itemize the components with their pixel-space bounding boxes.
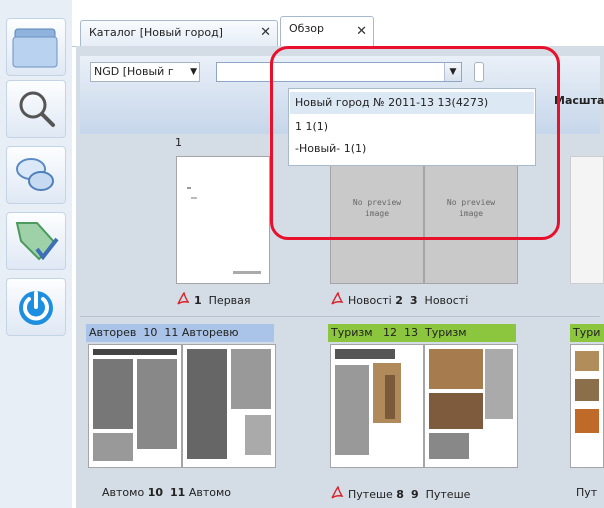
page-preview-image [93,349,177,461]
power-icon [19,291,53,325]
page-header: 1 [172,134,268,152]
page-header-title: Авторевю [181,326,239,339]
page-thumbnail[interactable] [570,156,604,284]
tab-overview[interactable]: Обзор ✕ [280,16,374,46]
page-num: 11 [170,486,186,499]
main-area: Каталог [Новый город] ✕ Обзор ✕ NGD [Нов… [72,0,604,508]
page-title: Путеше [348,488,393,501]
page-caption[interactable]: 1 Первая [176,292,251,307]
pdf-icon [177,292,190,305]
chat-icon [16,158,54,191]
page-title: Путеше [425,488,471,501]
tab-catalog[interactable]: Каталог [Новый город] ✕ [80,20,278,46]
scale-label: Масшта [554,94,604,107]
page-title: Автомо [188,486,231,499]
page-header-title: Туризм [331,326,373,339]
folder-icon [12,28,58,68]
page-num: 2 [395,294,403,307]
page-header: Туризм 12 13 Туризм [328,324,516,342]
page-num: 1 [194,294,202,307]
page-preview-image [429,349,513,459]
page-num: 10 [147,486,163,499]
catalog-select-value: NGD [Новый г [94,65,174,78]
page-preview-image [187,187,261,274]
sidebar [0,0,73,508]
tab-overview-label: Обзор [289,22,325,35]
search-icon [19,91,55,127]
page-header: Тури [570,324,604,342]
catalog-select[interactable]: NGD [Новый г ▼ [90,62,200,82]
page-num: 9 [410,488,419,501]
close-icon[interactable]: ✕ [260,21,271,45]
page-thumbnail[interactable] [330,344,424,468]
tab-catalog-label: Каталог [Новый город] [89,26,223,39]
page-header-num: 13 [404,326,419,339]
page-title: Новості [424,294,469,307]
page-header-num: 11 [164,326,179,339]
chevron-down-icon[interactable]: ▼ [190,63,197,81]
page-title: Первая [208,294,251,307]
page-thumbnail[interactable] [88,344,182,468]
pdf-icon [331,292,344,305]
page-num: 3 [409,294,418,307]
pdf-icon [331,486,344,499]
page-thumbnail[interactable] [570,344,604,468]
page-caption[interactable]: Автомо 10 11 Автомо [102,486,231,499]
page-thumbnail[interactable] [182,344,276,468]
page-thumbnail[interactable] [424,344,518,468]
page-header-title: Тури [573,326,601,339]
search-button[interactable] [6,80,66,138]
page-thumbnail[interactable] [176,156,270,284]
page-title: Новості [348,294,392,307]
folder-button[interactable] [6,18,66,76]
row-divider [80,316,600,317]
page-caption[interactable]: Пут [576,486,597,499]
page-preview-image [575,351,599,433]
page-caption[interactable]: Путеше 8 9 Путеше [330,486,470,501]
close-icon[interactable]: ✕ [356,20,367,44]
page-num: 8 [396,488,404,501]
power-button[interactable] [6,278,66,336]
page-header-num: 12 [383,326,398,339]
highlight-annotation [270,46,560,240]
tag-check-button[interactable] [6,212,66,270]
page-caption[interactable]: Новості 2 3 Новості [330,292,468,307]
page-title: Пут [576,486,598,499]
page-title: Автомо [102,486,145,499]
page-header-num: 10 [143,326,158,339]
page-header-title: Авторев [89,326,137,339]
page-preview-image [187,349,271,459]
tab-strip: Каталог [Новый город] ✕ Обзор ✕ [72,0,604,47]
page-header-title: Туризм [425,326,467,339]
page-header: Авторев 10 11 Авторевю [86,324,274,342]
page-header-num: 1 [175,136,182,149]
chat-button[interactable] [6,146,66,204]
tag-check-icon [15,222,59,261]
page-preview-image [335,349,401,455]
